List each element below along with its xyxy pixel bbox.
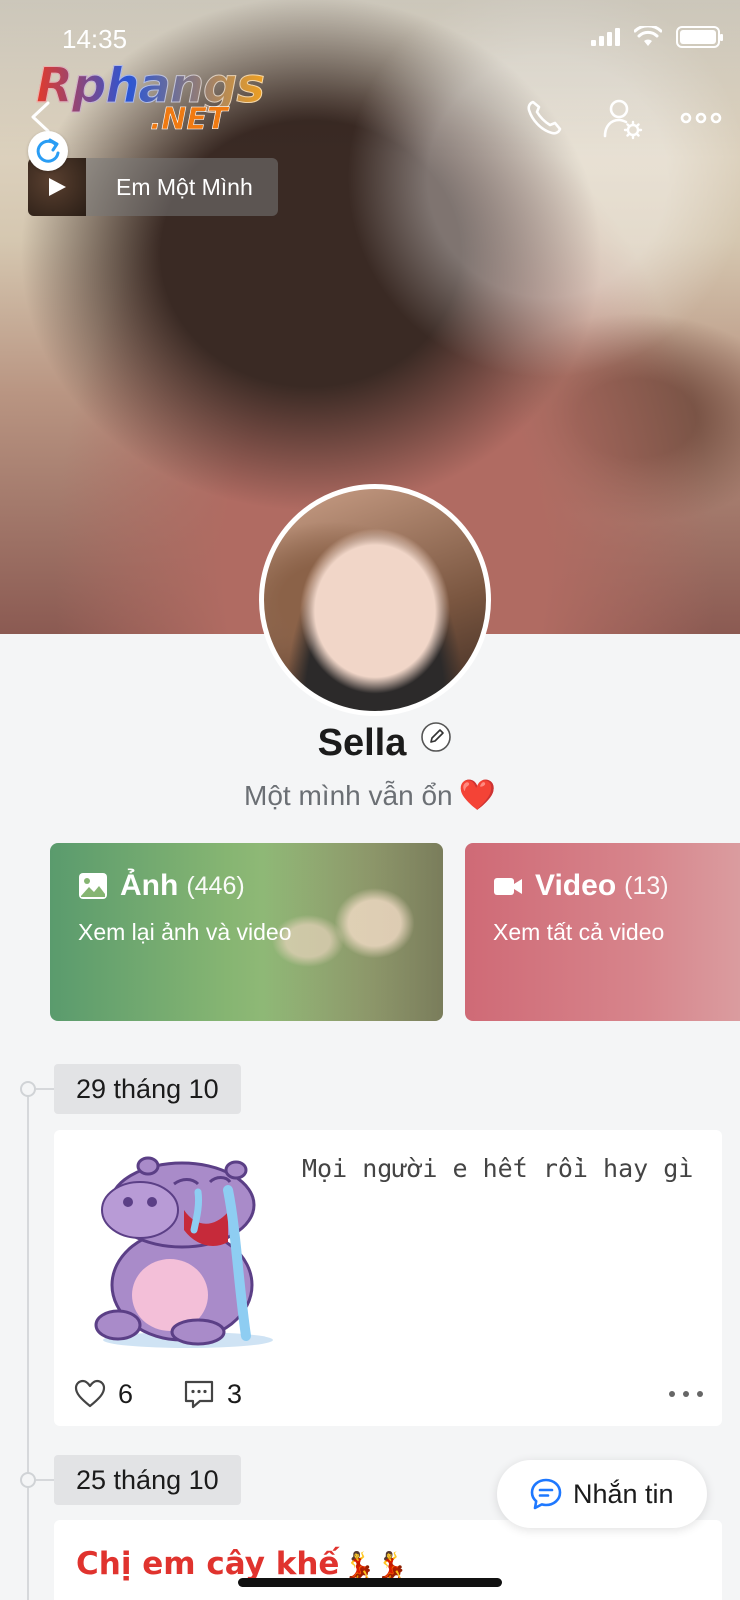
post-title: Chị em cây khế 💃💃 [76,1546,408,1582]
timeline-connector [36,1479,54,1481]
photos-card-header: Ảnh (446) [78,869,245,903]
profile-settings-icon[interactable] [602,98,644,140]
profile-screen: 14:35 Rphangs .NET Em Một Mình Sella Một… [0,0,740,1600]
refresh-icon[interactable] [28,131,68,171]
timeline-connector [36,1088,54,1090]
videos-card-subtitle: Xem tất cả video [493,919,665,945]
signal-icon [591,28,620,46]
wifi-icon [634,26,662,46]
post-more-icon[interactable] [668,1389,704,1399]
video-camera-icon [494,878,522,895]
message-button[interactable]: Nhắn tin [497,1460,707,1528]
photos-card-subtitle: Xem lại ảnh và video [78,919,292,945]
photos-card-title: Ảnh [120,869,179,902]
timeline-post[interactable]: Mọi người e hết rồi hay gì 6 3 [54,1130,722,1426]
post-text: Mọi người e hết rồi hay gì [302,1154,694,1183]
date-chip: 25 tháng 10 [54,1455,241,1505]
crying-hippo-sticker [94,1156,273,1348]
home-indicator[interactable] [238,1578,502,1587]
date-chip: 29 tháng 10 [54,1064,241,1114]
timeline-line [27,1089,29,1600]
dancer-emoji: 💃💃 [343,1551,409,1581]
heart-icon [74,1379,106,1408]
photos-card[interactable]: Ảnh (446) Xem lại ảnh và video [50,843,443,1021]
profile-bio-text: Một mình vẫn ổn [244,780,453,811]
comment-icon [184,1380,214,1409]
music-title: Em Một Mình [116,173,253,200]
image-icon [79,873,107,899]
chat-bubble-icon [530,1478,562,1510]
videos-card-header: Video (13) [493,869,669,903]
call-icon[interactable] [524,98,564,138]
battery-icon [676,26,723,48]
status-time: 14:35 [62,24,128,54]
timeline-dot [20,1081,36,1097]
comment-button[interactable]: 3 [183,1378,242,1410]
videos-card-count: (13) [624,871,669,900]
profile-name: Sella [317,722,407,764]
avatar[interactable] [259,484,491,716]
post-actions: 6 3 [74,1374,704,1414]
like-count: 6 [118,1378,134,1409]
profile-music-widget[interactable]: Em Một Mình [28,158,278,216]
videos-card-title: Video [535,869,617,902]
more-icon[interactable] [680,110,722,126]
post-title-text: Chị em cây khế [76,1546,340,1582]
timeline-dot [20,1472,36,1488]
comment-count: 3 [227,1378,243,1409]
like-button[interactable]: 6 [74,1378,133,1410]
message-button-label: Nhắn tin [573,1478,674,1509]
edit-icon[interactable] [420,721,452,753]
videos-card[interactable]: Video (13) Xem tất cả video [465,843,740,1021]
heart-emoji: ❤️ [458,779,496,812]
play-icon[interactable] [46,176,68,198]
photos-card-count: (446) [186,871,245,900]
back-icon[interactable] [28,100,52,134]
profile-name-row: Sella [0,721,740,765]
watermark-logo: Rphangs .NET [36,58,266,138]
watermark-logo-sub: .NET [150,102,228,138]
status-icons [591,26,723,48]
timeline-post[interactable]: Chị em cây khế 💃💃 [54,1520,722,1600]
profile-bio: Một mình vẫn ổn ❤️ [0,778,740,813]
